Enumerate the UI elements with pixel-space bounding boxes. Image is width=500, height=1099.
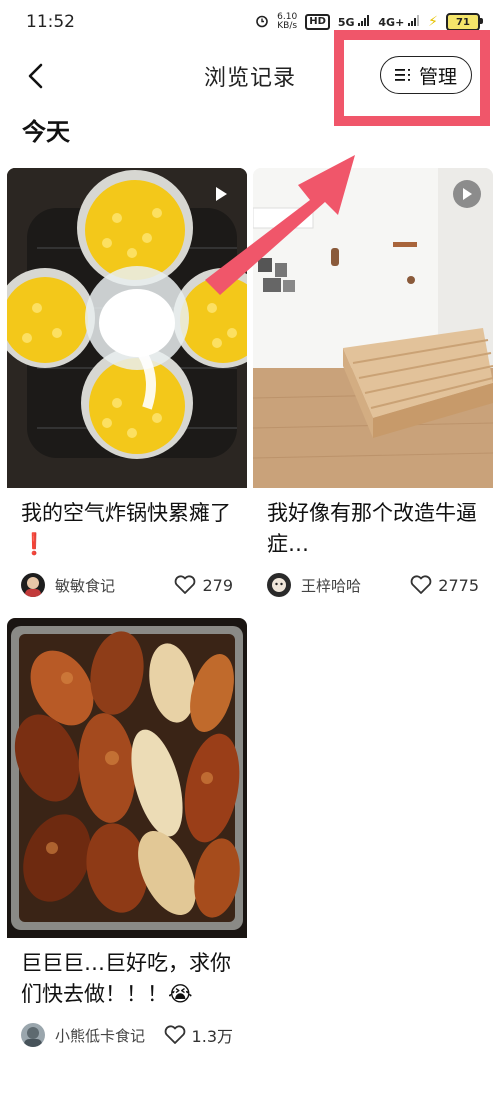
status-time: 11:52: [26, 12, 75, 32]
post-title[interactable]: 我的空气炸锅快累瘫了❗: [21, 498, 233, 560]
list-manage-icon: [394, 69, 410, 81]
room-bedframe-image: [253, 168, 493, 488]
corn-dish-image: [7, 168, 247, 488]
battery-icon: 71: [446, 13, 483, 31]
heart-icon: [410, 575, 432, 594]
manage-button[interactable]: 管理: [380, 56, 472, 94]
like-button[interactable]: 279: [174, 575, 233, 595]
play-icon: [207, 180, 235, 208]
like-count: 1.3万: [191, 1027, 233, 1046]
post-meta: 敏敏食记 279: [21, 572, 233, 598]
post-thumbnail[interactable]: [253, 168, 493, 488]
heart-icon: [175, 575, 196, 594]
avatar: [21, 573, 45, 597]
section-title-today: 今天: [22, 118, 70, 146]
alarm-icon: [255, 14, 269, 31]
post-title[interactable]: 我好像有那个改造牛逼症…: [267, 498, 479, 560]
status-icons: 6.10 KB/s HD 5G 4G+ ⚡ 71: [255, 13, 483, 31]
author-name: 小熊低卡食记: [55, 1026, 146, 1045]
avatar: [21, 1023, 45, 1047]
roasted-chicken-image: [7, 618, 247, 938]
post-card[interactable]: 我好像有那个改造牛逼症… 王梓哈哈 2775: [253, 168, 493, 598]
signal-4g: 4G+: [378, 15, 420, 29]
post-card[interactable]: 巨巨巨…巨好吃，求你们快去做！！！😭 小熊低卡食记 1.3万: [7, 618, 247, 1048]
author-name: 王梓哈哈: [301, 576, 362, 595]
net-speed-unit: KB/s: [277, 21, 298, 31]
play-icon: [453, 180, 481, 208]
author[interactable]: 敏敏食记: [21, 573, 115, 597]
author[interactable]: 王梓哈哈: [267, 573, 361, 597]
post-thumbnail[interactable]: [7, 618, 247, 938]
avatar: [267, 573, 291, 597]
header: 浏览记录 管理: [0, 44, 500, 108]
signal-5g: 5G: [338, 15, 371, 29]
net-speed: 6.10 KB/s: [277, 13, 297, 31]
hd-badge: HD: [305, 14, 330, 30]
like-count: 2775: [438, 575, 479, 595]
post-card[interactable]: 我的空气炸锅快累瘫了❗ 敏敏食记 279: [7, 168, 247, 598]
like-button[interactable]: 1.3万: [164, 1023, 233, 1047]
post-meta: 王梓哈哈 2775: [267, 572, 479, 598]
post-thumbnail[interactable]: [7, 168, 247, 488]
author-name: 敏敏食记: [55, 576, 116, 595]
post-meta: 小熊低卡食记 1.3万: [21, 1022, 233, 1048]
status-bar: 11:52 6.10 KB/s HD 5G 4G+ ⚡ 71: [0, 0, 500, 44]
heart-icon: [164, 1025, 185, 1044]
post-title[interactable]: 巨巨巨…巨好吃，求你们快去做！！！😭: [21, 948, 233, 1010]
like-button[interactable]: 2775: [410, 575, 479, 595]
charging-icon: ⚡: [428, 14, 438, 30]
manage-label: 管理: [418, 65, 457, 88]
like-count: 279: [202, 575, 233, 595]
author[interactable]: 小熊低卡食记: [21, 1023, 145, 1047]
